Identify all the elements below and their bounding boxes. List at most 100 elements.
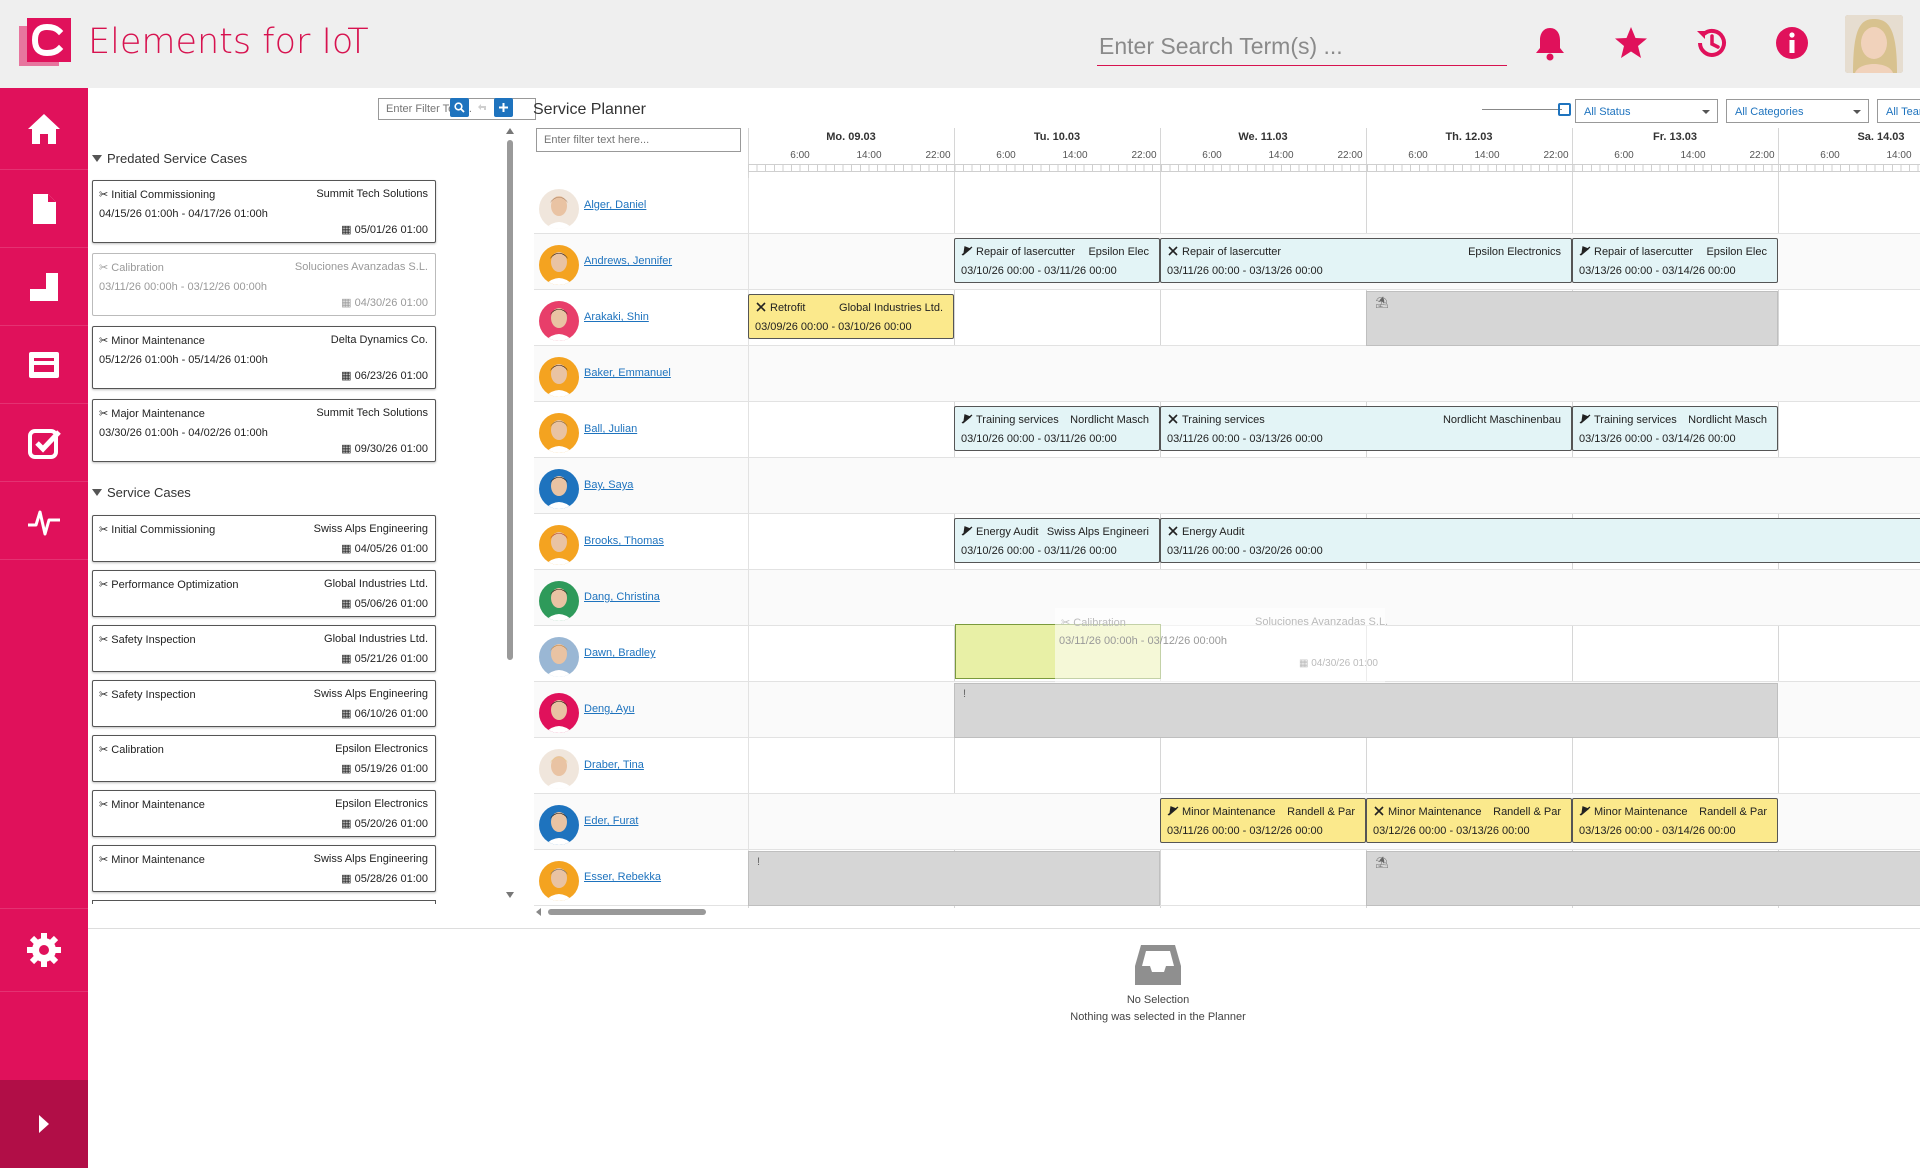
info-icon[interactable] bbox=[1774, 25, 1810, 61]
left-panel-scrollbar[interactable] bbox=[506, 128, 514, 900]
person-name-link[interactable]: Alger, Daniel bbox=[584, 199, 646, 211]
person-name-link[interactable]: Deng, Ayu bbox=[584, 703, 635, 715]
scroll-left-arrow[interactable] bbox=[536, 908, 541, 916]
nav-planner[interactable] bbox=[0, 248, 88, 326]
ghost-due-text: 04/30/26 01:00 bbox=[1311, 658, 1378, 669]
search-button[interactable] bbox=[450, 98, 469, 117]
case-range: 03/30/26 01:00h - 04/02/26 01:00h bbox=[99, 427, 268, 439]
service-case-card[interactable]: ✂ Performance Optimization Global Indust… bbox=[92, 570, 436, 617]
person-name-link[interactable]: Brooks, Thomas bbox=[584, 535, 664, 547]
chevron-down-icon bbox=[1853, 110, 1861, 114]
zoom-slider-track[interactable] bbox=[1482, 109, 1562, 110]
person-name-link[interactable]: Eder, Furat bbox=[584, 815, 638, 827]
event-customer: Epsilon Electronics bbox=[1468, 246, 1561, 258]
person-avatar bbox=[539, 749, 579, 789]
service-event[interactable]: Minor Maintenance Randell & Par 03/13/26… bbox=[1572, 798, 1778, 843]
nav-documents[interactable] bbox=[0, 170, 88, 248]
service-event[interactable]: Energy Audit 03/11/26 00:00 - 03/20/26 0… bbox=[1160, 518, 1920, 563]
plane-icon bbox=[961, 414, 973, 424]
nav-monitoring[interactable] bbox=[0, 482, 88, 560]
service-event[interactable]: Minor Maintenance Randell & Par 03/12/26… bbox=[1366, 798, 1572, 843]
event-customer: Randell & Par bbox=[1699, 806, 1767, 818]
calendar-icon: ▦ bbox=[341, 543, 352, 555]
event-customer: Nordlicht Maschinenbau bbox=[1442, 414, 1561, 426]
person-name-link[interactable]: Arakaki, Shin bbox=[584, 311, 649, 323]
history-icon[interactable] bbox=[1694, 25, 1730, 61]
hour-label: 22:00 bbox=[1749, 150, 1775, 161]
person-name-link[interactable]: Esser, Rebekka bbox=[584, 871, 661, 883]
star-icon[interactable] bbox=[1613, 25, 1649, 61]
event-customer: Epsilon Elec bbox=[1706, 246, 1767, 258]
absence-block[interactable]: ⛱ bbox=[1366, 291, 1778, 346]
global-search-input[interactable] bbox=[1097, 28, 1507, 66]
person-name-link[interactable]: Dawn, Bradley bbox=[584, 647, 656, 659]
nav-home[interactable] bbox=[0, 88, 88, 170]
hour-ticks bbox=[748, 164, 1920, 172]
service-event[interactable]: Repair of lasercutter Epsilon Electronic… bbox=[1160, 238, 1572, 283]
service-case-card[interactable]: ✂ Initial Commissioning Swiss Alps Engin… bbox=[92, 515, 436, 562]
document-icon bbox=[33, 193, 56, 224]
predated-case-card[interactable]: ✂ Minor Maintenance Delta Dynamics Co. 0… bbox=[92, 326, 436, 389]
calendar-icon: ▦ bbox=[341, 653, 352, 665]
case-due: 06/23/26 01:00 bbox=[354, 370, 428, 382]
person-name-link[interactable]: Baker, Emmanuel bbox=[584, 367, 671, 379]
case-due: 04/30/26 01:00 bbox=[354, 297, 428, 309]
planner-horizontal-scrollbar[interactable] bbox=[548, 909, 706, 915]
bell-icon[interactable] bbox=[1532, 25, 1568, 61]
ghost-title: Calibration bbox=[1073, 617, 1126, 629]
service-case-card[interactable]: ✂ Minor Maintenance Epsilon Electronics … bbox=[92, 790, 436, 837]
service-event[interactable]: Training services Nordlicht Masch 03/13/… bbox=[1572, 406, 1778, 451]
service-case-card[interactable]: ✂ Safety Inspection Global Industries Lt… bbox=[92, 625, 436, 672]
service-event[interactable]: Repair of lasercutter Epsilon Elec 03/13… bbox=[1572, 238, 1778, 283]
predated-section-header[interactable]: Predated Service Cases bbox=[92, 151, 247, 166]
service-event[interactable]: Training services Nordlicht Masch 03/10/… bbox=[954, 406, 1160, 451]
service-case-card[interactable]: ✂ Calibration Epsilon Electronics ▦ 05/1… bbox=[92, 735, 436, 782]
service-event[interactable]: Energy Audit Swiss Alps Engineeri 03/10/… bbox=[954, 518, 1160, 563]
sidebar-expand-button[interactable] bbox=[0, 1080, 88, 1168]
service-case-card[interactable]: ✂ Safety Inspection Swiss Alps Engineeri… bbox=[92, 680, 436, 727]
zoom-slider-handle[interactable] bbox=[1558, 103, 1571, 116]
predated-case-card[interactable]: ✂ Major Maintenance Summit Tech Solution… bbox=[92, 399, 436, 462]
predated-case-card[interactable]: ✂ Initial Commissioning Summit Tech Solu… bbox=[92, 180, 436, 243]
case-due: 04/05/26 01:00 bbox=[354, 543, 428, 555]
planner-filter-input[interactable] bbox=[536, 128, 741, 152]
category-filter-dropdown[interactable]: All Categories bbox=[1726, 99, 1869, 123]
app-logo-icon[interactable] bbox=[19, 18, 71, 70]
status-filter-dropdown[interactable]: All Status bbox=[1575, 99, 1718, 123]
service-event[interactable]: Retrofit Global Industries Ltd. 03/09/26… bbox=[748, 294, 954, 339]
add-case-button[interactable] bbox=[494, 98, 513, 117]
calendar-icon: ▦ bbox=[341, 224, 352, 236]
service-event[interactable]: Training services Nordlicht Maschinenbau… bbox=[1160, 406, 1572, 451]
person-name-link[interactable]: Ball, Julian bbox=[584, 423, 637, 435]
user-avatar[interactable] bbox=[1845, 15, 1903, 73]
undo-button[interactable] bbox=[472, 98, 491, 117]
tools-icon bbox=[1168, 414, 1178, 424]
person-name-link[interactable]: Draber, Tina bbox=[584, 759, 644, 771]
tools-icon: ✂ bbox=[99, 689, 109, 701]
team-filter-dropdown[interactable]: All Teams bbox=[1877, 99, 1920, 123]
case-customer: Epsilon Electronics bbox=[335, 798, 428, 810]
day-header: We. 11.03 bbox=[1238, 131, 1288, 143]
case-customer: Soluciones Avanzadas S.L. bbox=[294, 261, 428, 273]
nav-tasks[interactable] bbox=[0, 404, 88, 482]
hour-label: 6:00 bbox=[996, 150, 1016, 161]
service-event[interactable]: Repair of lasercutter Epsilon Elec 03/10… bbox=[954, 238, 1160, 283]
person-name-link[interactable]: Bay, Saya bbox=[584, 479, 633, 491]
person-name-link[interactable]: Dang, Christina bbox=[584, 591, 660, 603]
event-range: 03/11/26 00:00 - 03/12/26 00:00 bbox=[1167, 825, 1323, 837]
case-customer: Epsilon Electronics bbox=[335, 743, 428, 755]
service-event[interactable]: Minor Maintenance Randell & Par 03/11/26… bbox=[1160, 798, 1366, 843]
pulse-icon bbox=[28, 510, 60, 535]
predated-case-card[interactable]: ✂ Calibration Soluciones Avanzadas S.L. … bbox=[92, 253, 436, 316]
case-title: Major Maintenance bbox=[111, 408, 205, 420]
absence-block[interactable]: ǃ bbox=[954, 683, 1778, 738]
absence-block[interactable]: ⛱ bbox=[1366, 851, 1920, 906]
service-case-card[interactable]: ✂ Minor Maintenance Swiss Alps Engineeri… bbox=[92, 845, 436, 892]
tools-icon bbox=[1168, 246, 1178, 256]
event-title: Repair of lasercutter bbox=[1182, 246, 1282, 258]
nav-settings[interactable] bbox=[0, 908, 88, 992]
person-name-link[interactable]: Andrews, Jennifer bbox=[584, 255, 672, 267]
nav-cards[interactable] bbox=[0, 326, 88, 404]
absence-block[interactable]: ǃ bbox=[748, 851, 1160, 906]
service-cases-section-header[interactable]: Service Cases bbox=[92, 485, 191, 500]
